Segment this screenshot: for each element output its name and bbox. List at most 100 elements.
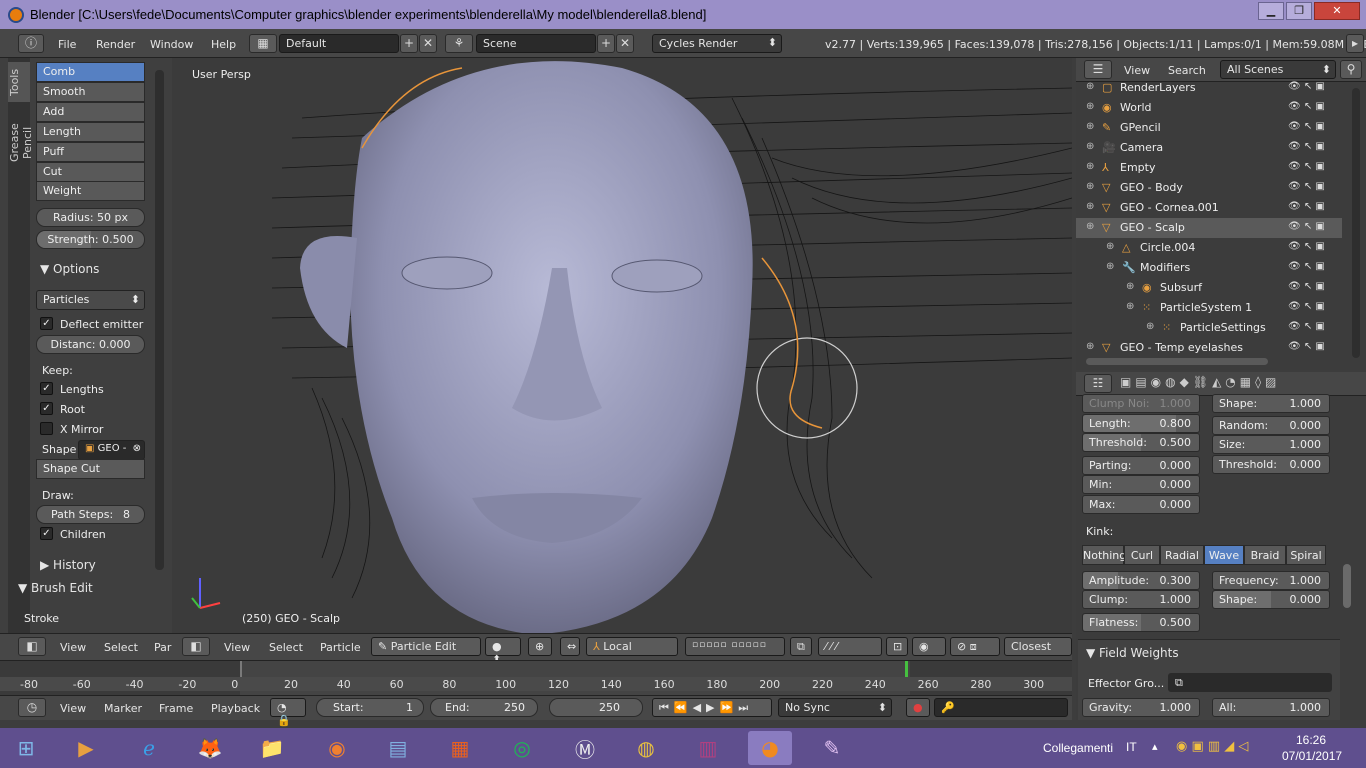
- end-frame-field[interactable]: End: 250: [430, 698, 538, 717]
- strength-slider[interactable]: Strength: 0.500: [36, 230, 145, 249]
- tab-tools[interactable]: Tools: [8, 62, 30, 102]
- field-weights-header[interactable]: ▼ Field Weights: [1086, 646, 1179, 660]
- gravity-field[interactable]: Gravity: 1.000: [1082, 698, 1200, 717]
- min-field[interactable]: Min: 0.000: [1082, 475, 1200, 494]
- visibility-icons[interactable]: 👁 ↖ ▣: [1288, 301, 1325, 312]
- effector-group-field[interactable]: ⧉: [1168, 673, 1332, 692]
- chrome-taskbar-icon[interactable]: ◍: [624, 731, 668, 765]
- start-frame-field[interactable]: Start: 1: [316, 698, 424, 717]
- expand-icon[interactable]: ⊕: [1126, 281, 1134, 292]
- options-panel-header[interactable]: ▼ Options: [40, 262, 99, 276]
- kink-nothing-button[interactable]: Nothing: [1082, 545, 1126, 565]
- proportional-edit-select[interactable]: ◉: [912, 637, 946, 656]
- paint-taskbar-icon[interactable]: ✎: [810, 731, 854, 765]
- clump-noise-field[interactable]: Clump Noi: 1.000: [1082, 394, 1200, 413]
- record-button[interactable]: ●: [906, 698, 930, 717]
- orientation-select[interactable]: ⅄ Local: [586, 637, 678, 656]
- size-field[interactable]: Size: 1.000: [1212, 435, 1330, 454]
- internet-explorer-taskbar-icon[interactable]: ℯ: [127, 731, 171, 765]
- mode-select[interactable]: ✎ Particle Edit: [371, 637, 481, 656]
- shape-object-field[interactable]: ▣ GEO - ⊗: [78, 440, 145, 460]
- context-tabs[interactable]: ▣▤◉◍◆⛓◭◔▦◊▨: [1120, 375, 1364, 393]
- render-engine-select[interactable]: Cycles Render ⬍: [652, 34, 782, 53]
- scene-field[interactable]: Scene: [476, 34, 596, 53]
- timeline[interactable]: -80 -60 -40 -20 0 20 40 60 80 100 120 140 160 180 200 2…: [0, 660, 1072, 695]
- threshold2-field[interactable]: Threshold: 0.000: [1212, 455, 1330, 474]
- menu-help[interactable]: Help: [211, 38, 236, 51]
- editor-type-icon[interactable]: ◧: [182, 637, 210, 656]
- start-taskbar-icon[interactable]: ⊞: [4, 731, 48, 765]
- timeline-menu-marker[interactable]: Marker: [104, 702, 142, 715]
- expand-icon[interactable]: ⊕: [1086, 181, 1094, 192]
- outliner-row[interactable]: ⊕ 🎥 Camera 👁 ↖ ▣: [1076, 138, 1342, 158]
- expand-icon[interactable]: ⊕: [1106, 261, 1114, 272]
- properties-editor-icon[interactable]: ☷: [1084, 374, 1112, 393]
- expand-icon[interactable]: ⊕: [1086, 121, 1094, 132]
- scroll-right-button[interactable]: ▸: [1346, 34, 1364, 53]
- outliner-row[interactable]: ⊕ ✎ GPencil 👁 ↖ ▣: [1076, 118, 1342, 138]
- blender-taskbar-icon[interactable]: ◕: [748, 731, 792, 765]
- keying-set-field[interactable]: 🔑: [934, 698, 1068, 717]
- distance-slider[interactable]: Distanc: 0.000: [36, 335, 145, 354]
- flatness-field[interactable]: Flatness: 0.500: [1082, 613, 1200, 632]
- deflect-emitter-checkbox[interactable]: ✓: [40, 317, 53, 330]
- shape-field[interactable]: Shape: 0.000: [1212, 590, 1330, 609]
- shape-top-field[interactable]: Shape: 1.000: [1212, 394, 1330, 413]
- spotify-taskbar-icon[interactable]: ◎: [500, 731, 544, 765]
- 3d-viewport[interactable]: User Persp (250) GEO - Scalp: [172, 58, 1072, 633]
- menu-particle-left[interactable]: Par: [154, 641, 171, 654]
- visibility-icons[interactable]: 👁 ↖ ▣: [1288, 341, 1325, 352]
- brush-puff[interactable]: Puff: [36, 142, 145, 162]
- visibility-icons[interactable]: 👁 ↖ ▣: [1288, 161, 1325, 172]
- outliner-row[interactable]: ⊕ ▽ GEO - Scalp 👁 ↖ ▣: [1076, 218, 1342, 238]
- add-scene-button[interactable]: +: [597, 34, 615, 53]
- timeline-menu-view[interactable]: View: [60, 702, 86, 715]
- visibility-icons[interactable]: 👁 ↖ ▣: [1288, 221, 1325, 232]
- media-player-taskbar-icon[interactable]: ▶: [64, 731, 108, 765]
- minimize-button[interactable]: ▁: [1258, 2, 1284, 20]
- preview-range-toggle[interactable]: ◔🔒: [270, 698, 306, 727]
- outliner-row[interactable]: ⊕ △ Circle.004 👁 ↖ ▣: [1076, 238, 1342, 258]
- lengths-checkbox[interactable]: ✓: [40, 382, 53, 395]
- all-field[interactable]: All: 1.000: [1212, 698, 1330, 717]
- snap-target-select[interactable]: Closest: [1004, 637, 1072, 656]
- visibility-icons[interactable]: 👁 ↖ ▣: [1288, 201, 1325, 212]
- outliner-menu-view[interactable]: View: [1124, 64, 1150, 77]
- tray-icons[interactable]: ◉ ▣ ▥ ◢ ◁: [1176, 739, 1248, 754]
- expand-icon[interactable]: ⊕: [1086, 81, 1094, 92]
- gimp-taskbar-icon[interactable]: 🦊: [188, 731, 232, 765]
- expand-icon[interactable]: ⊕: [1126, 301, 1134, 312]
- outliner-search-icon[interactable]: ⚲: [1340, 60, 1362, 79]
- timeline-menu-frame[interactable]: Frame: [159, 702, 193, 715]
- select-mode-buttons[interactable]: ⁄ ⁄ ⁄: [818, 637, 882, 656]
- current-frame-field[interactable]: 250: [549, 698, 643, 717]
- children-checkbox[interactable]: ✓: [40, 527, 53, 540]
- outliner-row[interactable]: ⊕ ⁙ ParticleSystem 1 👁 ↖ ▣: [1076, 298, 1342, 318]
- timeline-menu-playback[interactable]: Playback: [211, 702, 260, 715]
- tab-grease-pencil[interactable]: Grease Pencil: [8, 106, 34, 180]
- winrar-taskbar-icon[interactable]: ▥: [686, 731, 730, 765]
- outliner-filter-select[interactable]: All Scenes ⬍: [1220, 60, 1336, 79]
- tray-arrow-icon[interactable]: ▴: [1152, 740, 1158, 753]
- brush-comb[interactable]: Comb: [36, 62, 145, 82]
- remove-scene-button[interactable]: ✕: [616, 34, 634, 53]
- menu-window[interactable]: Window: [150, 38, 193, 51]
- pivot-select[interactable]: ⊕: [528, 637, 552, 656]
- expand-icon[interactable]: ⊕: [1086, 101, 1094, 112]
- timeline-editor-icon[interactable]: ◷: [18, 698, 46, 717]
- length-field[interactable]: Length: 0.800: [1082, 414, 1200, 433]
- screen-layout-icon[interactable]: ▦: [249, 34, 277, 53]
- expand-icon[interactable]: ⊕: [1106, 241, 1114, 252]
- photo-viewer-taskbar-icon[interactable]: ▤: [376, 731, 420, 765]
- kink-braid-button[interactable]: Braid: [1244, 545, 1286, 565]
- brush-edit-panel-header[interactable]: ▼ Brush Edit: [18, 581, 93, 595]
- x-mirror-checkbox[interactable]: [40, 422, 53, 435]
- toolshelf-scrollbar[interactable]: [155, 70, 164, 570]
- brush-add[interactable]: Add: [36, 102, 145, 122]
- outliner-row[interactable]: ⊕ ⁙ ParticleSettings 👁 ↖ ▣: [1076, 318, 1342, 338]
- visibility-icons[interactable]: 👁 ↖ ▣: [1288, 101, 1325, 112]
- kink-radial-button[interactable]: Radial: [1160, 545, 1204, 565]
- expand-icon[interactable]: ⊕: [1086, 341, 1094, 352]
- brush-smooth[interactable]: Smooth: [36, 82, 145, 102]
- expand-icon[interactable]: ⊕: [1086, 221, 1094, 232]
